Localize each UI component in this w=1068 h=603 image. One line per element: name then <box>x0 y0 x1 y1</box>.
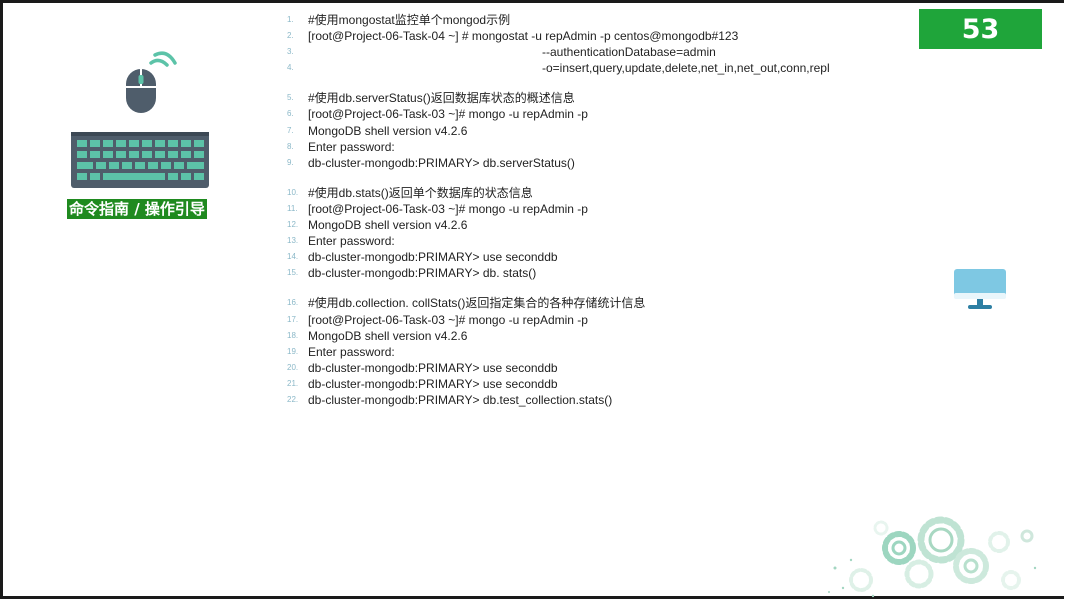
code-block-dbstats: 10. #使用db.stats()返回单个数据库的状态信息 11. [root@Pr… <box>287 185 907 282</box>
code-line: 7. MongoDB shell version v4.2.6 <box>287 123 468 138</box>
monitor-icon <box>954 269 1006 309</box>
code-line: 9. db-cluster-mongodb:PRIMARY> db.serverS… <box>287 155 575 170</box>
code-line: 1. #使用mongostat监控单个mongod示例 <box>287 13 511 27</box>
code-line: 12. MongoDB shell version v4.2.6 <box>287 218 468 233</box>
code-line: 5. #使用db.serverStatus()返回数据库状态的概述信息 <box>287 91 575 106</box>
keyboard-icon <box>71 132 209 188</box>
code-line: 22. db-cluster-mongodb:PRIMARY> db.test_c… <box>287 392 613 407</box>
code-line: 11. [root@Project-06-Task-03 ~]# mongo -u… <box>287 201 588 216</box>
slide: 53 命令指南 / 操作引导 1. #使用mongostat监控单个mongod… <box>0 0 1064 599</box>
command-listing: 1. #使用mongostat监控单个mongod示例 2. [root@Proje… <box>287 12 907 408</box>
code-line: 13. Enter password: <box>287 234 395 249</box>
code-line: 21. db-cluster-mongodb:PRIMARY> use secon… <box>287 376 558 391</box>
code-line: 16. #使用db.collection. collStats()返回指定集合的各… <box>287 296 646 311</box>
command-guide-label: 命令指南 / 操作引导 <box>67 199 207 219</box>
code-line: 15. db-cluster-mongodb:PRIMARY> db. stats… <box>287 266 537 281</box>
code-line: 20. db-cluster-mongodb:PRIMARY> use secon… <box>287 360 558 375</box>
code-block-mongostat: 1. #使用mongostat监控单个mongod示例 2. [root@Proje… <box>287 12 907 76</box>
code-line: 2. [root@Project-06-Task-04 ~] # mongosta… <box>287 29 739 44</box>
code-block-serverstatus: 5. #使用db.serverStatus()返回数据库状态的概述信息 6. [ro… <box>287 90 907 170</box>
code-line: 6. [root@Project-06-Task-03 ~]# mongo -u … <box>287 107 588 122</box>
page-number-badge: 53 <box>919 9 1042 49</box>
wireless-mouse-icon <box>126 51 177 113</box>
code-line: 3. --authenticationDatabase=admin <box>287 45 716 60</box>
code-block-collstats: 16. #使用db.collection. collStats()返回指定集合的各… <box>287 295 907 408</box>
code-line: 18. MongoDB shell version v4.2.6 <box>287 328 468 343</box>
code-line: 19. Enter password: <box>287 344 395 359</box>
code-line: 17. [root@Project-06-Task-03 ~]# mongo -u… <box>287 312 588 327</box>
code-line: 8. Enter password: <box>287 139 395 154</box>
gears-decoration-icon <box>828 516 1037 598</box>
code-line: 4. -o=insert,query,update,delete,net_in,n… <box>287 61 830 76</box>
code-line: 10. #使用db.stats()返回单个数据库的状态信息 <box>287 185 533 200</box>
code-line: 14. db-cluster-mongodb:PRIMARY> use secon… <box>287 250 558 265</box>
